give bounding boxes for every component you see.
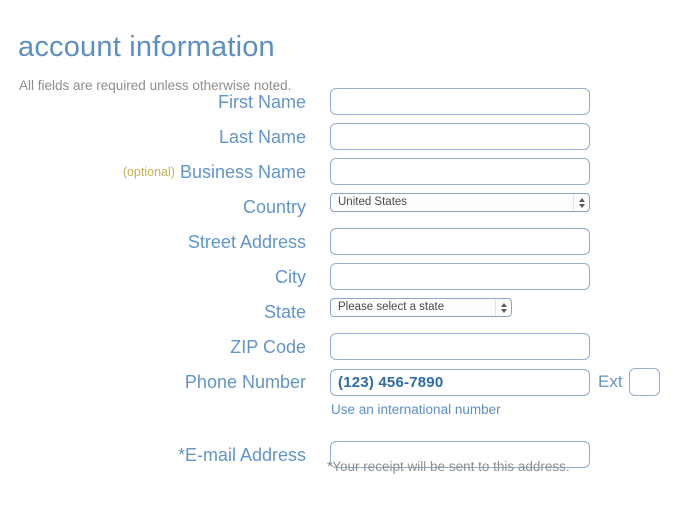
state-select[interactable]: Please select a state: [330, 298, 512, 317]
control-cell-street-address: [330, 228, 590, 255]
label-cell-phone-number: Phone Number: [0, 368, 306, 397]
first-name-input[interactable]: [330, 88, 590, 115]
label-cell-email-address: *E-mail Address: [0, 441, 306, 470]
form-row-business-name: (optional) Business Name: [0, 158, 700, 191]
account-information-form-page: account information All fields are requi…: [0, 0, 700, 509]
page-title: account information: [18, 31, 275, 64]
label-cell-first-name: First Name: [0, 88, 306, 117]
form-row-first-name: First Name: [0, 88, 700, 121]
label-first-name: First Name: [217, 92, 306, 112]
label-cell-zip-code: ZIP Code: [0, 333, 306, 362]
label-extension: Ext: [598, 372, 623, 391]
phone-number-input[interactable]: [330, 368, 590, 396]
form-row-phone-number: Phone Number Ext: [0, 368, 700, 404]
form-row-street-address: Street Address: [0, 228, 700, 261]
label-cell-business-name: (optional) Business Name: [0, 158, 306, 187]
optional-tag-business-name: (optional): [122, 165, 175, 179]
label-last-name: Last Name: [218, 127, 306, 147]
control-cell-phone-number: Ext: [330, 368, 660, 396]
email-receipt-note: *Your receipt will be sent to this addre…: [327, 459, 570, 474]
extension-input[interactable]: [628, 368, 660, 396]
label-cell-street-address: Street Address: [0, 228, 306, 257]
business-name-input[interactable]: [330, 158, 590, 185]
label-cell-city: City: [0, 263, 306, 292]
country-select[interactable]: United States: [330, 193, 590, 212]
control-cell-zip-code: [330, 333, 590, 360]
label-phone-number: Phone Number: [184, 372, 306, 392]
form-row-last-name: Last Name: [0, 123, 700, 156]
label-zip-code: ZIP Code: [230, 337, 306, 357]
street-address-input[interactable]: [330, 228, 590, 255]
control-cell-business-name: [330, 158, 590, 185]
state-select-wrapper[interactable]: Please select a state: [330, 298, 512, 317]
label-country: Country: [242, 197, 306, 217]
zip-code-input[interactable]: [330, 333, 590, 360]
label-city: City: [275, 267, 306, 287]
control-cell-city: [330, 263, 590, 290]
form-row-country: Country United States: [0, 193, 700, 226]
form-row-city: City: [0, 263, 700, 296]
last-name-input[interactable]: [330, 123, 590, 150]
label-cell-country: Country: [0, 193, 306, 222]
label-email-address: *E-mail Address: [177, 445, 306, 465]
phone-number-group: Ext: [330, 368, 660, 396]
country-select-wrapper[interactable]: United States: [330, 193, 590, 212]
label-business-name: Business Name: [179, 162, 306, 182]
control-cell-state: Please select a state: [330, 298, 512, 322]
label-cell-state: State: [0, 298, 306, 327]
control-cell-first-name: [330, 88, 590, 115]
label-street-address: Street Address: [187, 232, 306, 252]
control-cell-country: United States: [330, 193, 590, 217]
control-cell-last-name: [330, 123, 590, 150]
form-row-zip-code: ZIP Code: [0, 333, 700, 366]
label-cell-last-name: Last Name: [0, 123, 306, 152]
label-state: State: [263, 302, 306, 322]
city-input[interactable]: [330, 263, 590, 290]
form-row-state: State Please select a state: [0, 298, 700, 331]
account-information-form: First Name Last Name (optional) Business …: [0, 88, 700, 476]
international-number-link[interactable]: Use an international number: [331, 402, 501, 417]
